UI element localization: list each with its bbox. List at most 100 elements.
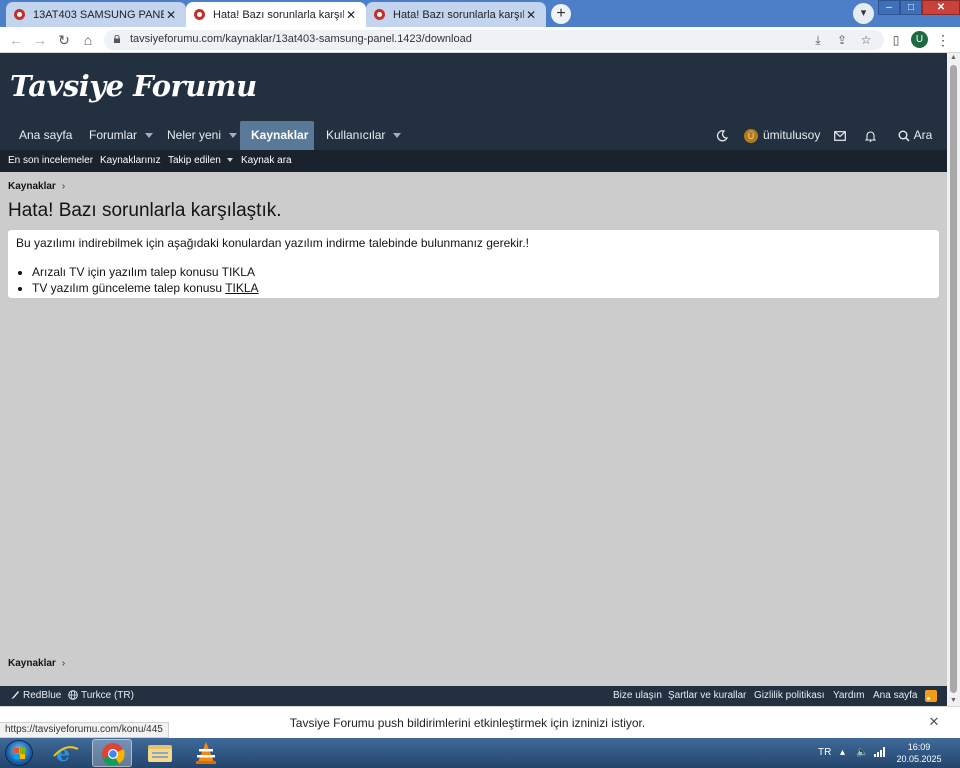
nav-tab-label: Neler yeni — [167, 128, 222, 142]
nav-tab-label: Kaynaklar — [251, 128, 309, 142]
close-window-button[interactable]: ✕ — [922, 0, 960, 15]
system-clock[interactable]: 16:09 20.05.2025 — [886, 741, 952, 765]
clock-date: 20.05.2025 — [896, 754, 942, 764]
bookmark-star-icon[interactable]: ☆ — [858, 32, 874, 48]
paintbrush-icon — [11, 691, 19, 700]
nav-tab-label: Ana sayfa — [19, 128, 73, 142]
status-bar-url: https://tavsiyeforumu.com/konu/445 — [0, 722, 169, 738]
browser-menu-icon[interactable]: ⋮ — [936, 30, 950, 50]
breadcrumb-label: Kaynaklar — [8, 658, 56, 669]
main-navigation: Ana sayfa Forumlar Neler yeni Kaynaklar … — [0, 121, 947, 150]
clock-time: 16:09 — [907, 742, 931, 752]
home-icon[interactable]: ⌂ — [78, 30, 98, 50]
windows-logo-icon — [14, 748, 25, 759]
subnav-watched[interactable]: Takip edilen — [168, 150, 233, 172]
site-logo[interactable]: Tavsiye Forumu — [10, 69, 257, 103]
username: ümitulusoy — [763, 128, 821, 142]
search-label: Ara — [913, 128, 933, 142]
tikla-link[interactable]: TIKLA — [225, 281, 258, 295]
subnav-your-resources[interactable]: Kaynaklarınız — [100, 150, 161, 172]
install-app-icon[interactable]: ⤓ — [810, 32, 826, 48]
new-tab-button[interactable]: + — [551, 4, 571, 24]
windows-taskbar: e TR ▴ 🔈 16:09 20.05.2025 — [0, 738, 960, 768]
footer-link-help[interactable]: Yardım — [833, 686, 865, 706]
chevron-down-icon[interactable] — [393, 133, 402, 139]
style-label: RedBlue — [23, 690, 62, 701]
user-menu[interactable]: Üümitulusoy — [738, 121, 826, 150]
nav-tab-forums[interactable]: Forumlar — [78, 121, 164, 150]
chrome-icon[interactable] — [92, 739, 132, 767]
site-favicon-icon — [14, 9, 25, 20]
network-signal-icon[interactable] — [874, 738, 886, 768]
site-favicon-icon — [374, 9, 385, 20]
footer-link-home[interactable]: Ana sayfa — [873, 686, 917, 706]
rss-icon[interactable] — [925, 690, 937, 702]
breadcrumb-label: Kaynaklar — [8, 181, 56, 192]
close-tab-icon[interactable]: ✕ — [164, 8, 178, 22]
tab-search-chevron-icon[interactable]: ▾ — [853, 3, 874, 24]
avatar: Ü — [744, 128, 758, 143]
tab-title: Hata! Bazı sorunlarla karşılaştık. | — [213, 8, 344, 21]
lock-icon — [114, 35, 120, 43]
close-tab-icon[interactable]: ✕ — [344, 8, 358, 22]
chevron-down-icon[interactable] — [145, 133, 154, 139]
scroll-up-arrow-icon[interactable]: ▲ — [947, 53, 960, 63]
internet-explorer-icon[interactable]: e — [46, 739, 86, 767]
input-language-indicator[interactable]: TR — [818, 738, 831, 768]
scroll-down-arrow-icon[interactable]: ▼ — [947, 696, 960, 706]
close-icon[interactable]: ✕ — [926, 714, 942, 730]
url-text: tavsiyeforumu.com/kaynaklar/13at403-sams… — [130, 33, 472, 45]
browser-tab-strip: 13AT403 SAMSUNG PANEL | Tavsiye ✕ Hata! … — [0, 0, 960, 27]
browser-tab-1[interactable]: 13AT403 SAMSUNG PANEL | Tavsiye ✕ — [6, 2, 186, 27]
site-favicon-icon — [194, 9, 205, 20]
start-button[interactable] — [5, 740, 33, 766]
style-chooser[interactable]: RedBlue — [10, 686, 61, 706]
inbox-envelope-icon[interactable] — [828, 121, 852, 150]
scrollbar-thumb[interactable] — [950, 65, 957, 693]
nav-tab-members[interactable]: Kullanıcılar — [315, 121, 412, 150]
browser-tab-3[interactable]: Hata! Bazı sorunlarla karşılaştık. | ✕ — [366, 2, 546, 27]
footer-link-privacy[interactable]: Gizlilik politikası — [754, 686, 825, 706]
back-arrow-icon[interactable]: ← — [6, 30, 26, 50]
vlc-icon[interactable] — [186, 739, 226, 767]
profile-avatar[interactable]: U — [911, 31, 928, 48]
tab-title: 13AT403 SAMSUNG PANEL | Tavsiye — [33, 8, 164, 21]
browser-toolbar: ← → ↻ ⌂ tavsiyeforumu.com/kaynaklar/13at… — [0, 27, 960, 53]
nav-tab-home[interactable]: Ana sayfa — [8, 121, 83, 150]
reload-icon[interactable]: ↻ — [54, 30, 74, 50]
nav-tab-resources[interactable]: Kaynaklar — [240, 121, 314, 150]
search-button[interactable]: Ara — [890, 121, 940, 150]
subnav-search-resources[interactable]: Kaynak ara — [241, 150, 292, 172]
footer-link-terms[interactable]: Şartlar ve kurallar — [668, 686, 746, 706]
file-explorer-icon[interactable] — [140, 739, 180, 767]
sub-navigation: En son incelemeler Kaynaklarınız Takip e… — [0, 150, 947, 172]
page-scrollbar[interactable]: ▲ ▼ — [947, 53, 960, 706]
svg-text:e: e — [56, 741, 70, 767]
dark-mode-moon-icon[interactable] — [710, 121, 734, 150]
breadcrumb-bottom[interactable]: Kaynaklar › — [8, 658, 65, 669]
language-chooser[interactable]: Turkce (TR) — [68, 686, 134, 706]
error-message: Bu yazılımı indirebilmek için aşağıdaki … — [16, 236, 529, 250]
chevron-down-icon[interactable] — [226, 158, 233, 163]
request-topic-list: Arızalı TV için yazılım talep konusu TIK… — [16, 264, 931, 296]
close-tab-icon[interactable]: ✕ — [524, 8, 538, 22]
subnav-latest-reviews[interactable]: En son incelemeler — [8, 150, 93, 172]
volume-icon[interactable]: 🔈 — [856, 738, 868, 768]
tray-show-hidden-icon[interactable]: ▴ — [840, 738, 845, 768]
alerts-bell-icon[interactable] — [858, 121, 882, 150]
share-icon[interactable]: ⇪ — [834, 32, 850, 48]
side-panel-icon[interactable]: ▯ — [888, 31, 904, 49]
footer-link-contact[interactable]: Bize ulaşın — [613, 686, 662, 706]
site-header: Tavsiye Forumu — [0, 53, 947, 121]
forward-arrow-icon[interactable]: → — [30, 30, 50, 50]
site-footer: RedBlue Turkce (TR) Bize ulaşın Şartlar … — [0, 686, 947, 706]
address-bar[interactable]: tavsiyeforumu.com/kaynaklar/13at403-sams… — [104, 30, 884, 50]
chevron-down-icon[interactable] — [229, 133, 238, 139]
globe-icon — [68, 690, 78, 701]
maximize-window-button[interactable]: □ — [900, 0, 922, 15]
page-title: Hata! Bazı sorunlarla karşılaştık. — [8, 200, 282, 221]
browser-tab-2[interactable]: Hata! Bazı sorunlarla karşılaştık. | ✕ — [186, 2, 366, 27]
breadcrumb[interactable]: Kaynaklar › — [8, 181, 65, 192]
nav-tab-whats-new[interactable]: Neler yeni — [156, 121, 248, 150]
minimize-window-button[interactable]: ‒ — [878, 0, 900, 15]
